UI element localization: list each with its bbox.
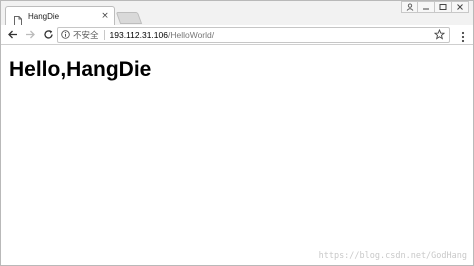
security-label[interactable]: 不安全 bbox=[73, 29, 99, 41]
window-controls bbox=[401, 1, 469, 15]
browser-window: HangDie × 不安全 193.112.31.106 /HelloWorld… bbox=[0, 0, 474, 266]
url-host: 193.112.31.106 bbox=[109, 30, 168, 40]
address-bar[interactable]: 不安全 193.112.31.106 /HelloWorld/ bbox=[57, 27, 450, 43]
user-icon[interactable] bbox=[401, 1, 418, 13]
menu-dots-icon[interactable] bbox=[461, 28, 465, 47]
close-icon[interactable]: × bbox=[98, 9, 112, 23]
star-icon[interactable] bbox=[433, 28, 446, 42]
forward-arrow-icon[interactable] bbox=[23, 28, 37, 42]
tab-active[interactable]: HangDie × bbox=[5, 6, 115, 26]
info-icon[interactable] bbox=[61, 29, 70, 41]
page-heading: Hello,HangDie bbox=[9, 58, 152, 81]
page-content: Hello,HangDie https://blog.csdn.net/GodH… bbox=[1, 46, 473, 265]
back-arrow-icon[interactable] bbox=[5, 28, 19, 42]
url-path: /HelloWorld/ bbox=[167, 30, 215, 40]
maximize-icon[interactable] bbox=[435, 1, 452, 13]
tab-strip: HangDie × bbox=[1, 1, 473, 26]
window-close-icon[interactable] bbox=[452, 1, 469, 13]
new-tab-button[interactable] bbox=[115, 12, 143, 24]
page-icon bbox=[14, 11, 22, 26]
toolbar: 不安全 193.112.31.106 /HelloWorld/ bbox=[1, 25, 473, 45]
minimize-icon[interactable] bbox=[418, 1, 435, 13]
tab-title: HangDie bbox=[28, 11, 60, 21]
reload-icon[interactable] bbox=[41, 28, 55, 42]
omnibox-divider bbox=[103, 30, 105, 40]
watermark-text: https://blog.csdn.net/GodHang bbox=[318, 251, 467, 261]
